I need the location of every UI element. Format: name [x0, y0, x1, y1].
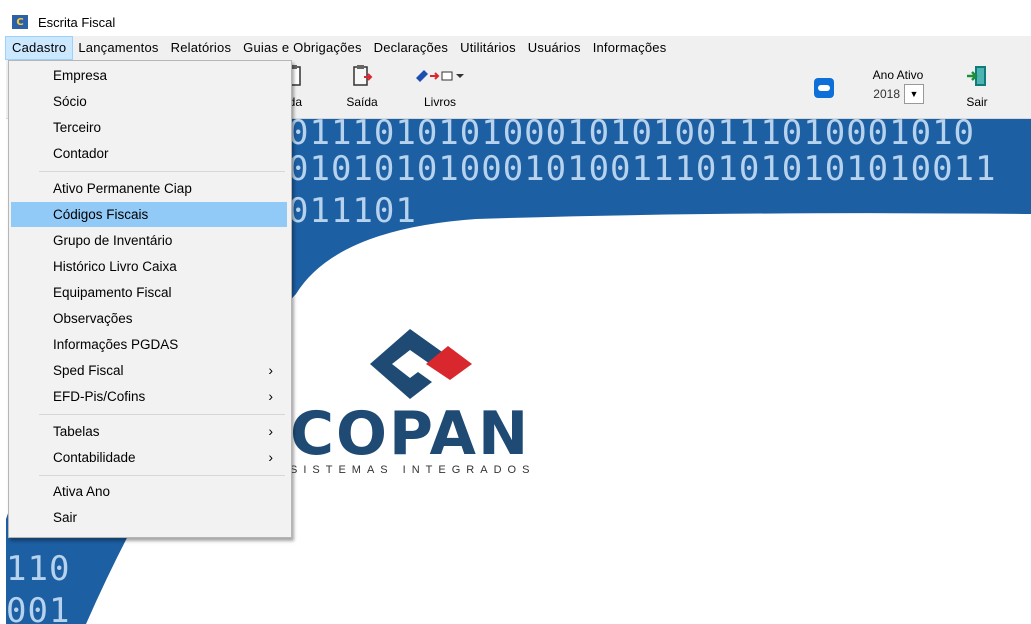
chevron-right-icon: ›: [268, 423, 273, 439]
copan-logo-text: COPAN: [290, 399, 531, 469]
menu-bar: Cadastro Lançamentos Relatórios Guias e …: [4, 36, 1031, 60]
menu-utilitarios[interactable]: Utilitários: [454, 37, 522, 59]
exit-door-icon: [967, 66, 986, 86]
saida-label: Saída: [346, 95, 378, 109]
binary-text: 010101010001010011101010101010011: [288, 149, 997, 189]
livros-button[interactable]: Livros: [410, 64, 470, 109]
menu-item-terceiro[interactable]: Terceiro: [11, 115, 287, 140]
binary-text: 01110101010001010100111010001010: [288, 119, 976, 153]
binary-text: 110: [6, 549, 71, 589]
cadastro-dropdown-menu: Empresa Sócio Terceiro Contador Ativo Pe…: [8, 60, 292, 538]
menu-separator: [39, 414, 285, 415]
chevron-down-icon[interactable]: ▼: [904, 84, 924, 104]
menu-item-ativo-permanente-ciap[interactable]: Ativo Permanente Ciap: [11, 176, 287, 201]
chevron-right-icon: ›: [268, 449, 273, 465]
menu-cadastro[interactable]: Cadastro: [4, 36, 74, 60]
menu-item-efd-pis-cofins[interactable]: EFD-Pis/Cofins ›: [11, 384, 287, 409]
title-bar: C Escrita Fiscal: [6, 10, 1031, 34]
chevron-right-icon: ›: [268, 362, 273, 378]
app-logo-icon: C: [12, 15, 28, 29]
saida-button[interactable]: Saída: [342, 64, 382, 109]
menu-lancamentos[interactable]: Lançamentos: [72, 37, 164, 59]
menu-separator: [39, 171, 285, 172]
menu-item-contador[interactable]: Contador: [11, 141, 287, 166]
books-print-icon: [416, 70, 464, 82]
menu-item-equipamento-fiscal[interactable]: Equipamento Fiscal: [11, 280, 287, 305]
menu-item-ativa-ano[interactable]: Ativa Ano: [11, 479, 287, 504]
menu-item-sped-fiscal[interactable]: Sped Fiscal ›: [11, 358, 287, 383]
binary-text: 001: [6, 591, 71, 624]
menu-item-observacoes[interactable]: Observações: [11, 306, 287, 331]
document-out-icon: [353, 65, 373, 86]
menu-guias-obrigacoes[interactable]: Guias e Obrigações: [237, 37, 368, 59]
menu-item-socio[interactable]: Sócio: [11, 89, 287, 114]
menu-item-codigos-fiscais[interactable]: Códigos Fiscais: [11, 202, 287, 227]
copan-logo-mark-icon: [370, 329, 472, 399]
menu-separator: [39, 475, 285, 476]
chevron-right-icon: ›: [268, 388, 273, 404]
menu-item-historico-livro-caixa[interactable]: Histórico Livro Caixa: [11, 254, 287, 279]
sair-toolbar-button[interactable]: Sair: [960, 64, 994, 109]
menu-item-tabelas[interactable]: Tabelas ›: [11, 419, 287, 444]
livros-label: Livros: [423, 95, 456, 109]
menu-item-informacoes-pgdas[interactable]: Informações PGDAS: [11, 332, 287, 357]
copan-logo: COPAN SISTEMAS INTEGRADOS: [276, 324, 596, 476]
ano-ativo-value: 2018: [873, 87, 900, 101]
menu-declaracoes[interactable]: Declarações: [368, 37, 454, 59]
ano-ativo-control: Ano Ativo 2018 ▼: [872, 68, 924, 104]
ano-ativo-label: Ano Ativo: [872, 68, 924, 82]
sair-toolbar-label: Sair: [966, 95, 988, 109]
copan-logo-subtitle: SISTEMAS INTEGRADOS: [290, 464, 536, 476]
binary-text: 011101: [288, 191, 417, 231]
menu-item-empresa[interactable]: Empresa: [11, 63, 287, 88]
window-title: Escrita Fiscal: [38, 14, 116, 30]
ano-ativo-select[interactable]: 2018 ▼: [872, 84, 924, 104]
menu-relatorios[interactable]: Relatórios: [165, 37, 238, 59]
menu-usuarios[interactable]: Usuários: [522, 37, 587, 59]
menu-item-sair[interactable]: Sair: [11, 505, 287, 530]
menu-item-grupo-inventario[interactable]: Grupo de Inventário: [11, 228, 287, 253]
teamviewer-icon[interactable]: [814, 78, 834, 98]
menu-informacoes[interactable]: Informações: [587, 37, 673, 59]
menu-item-contabilidade[interactable]: Contabilidade ›: [11, 445, 287, 470]
